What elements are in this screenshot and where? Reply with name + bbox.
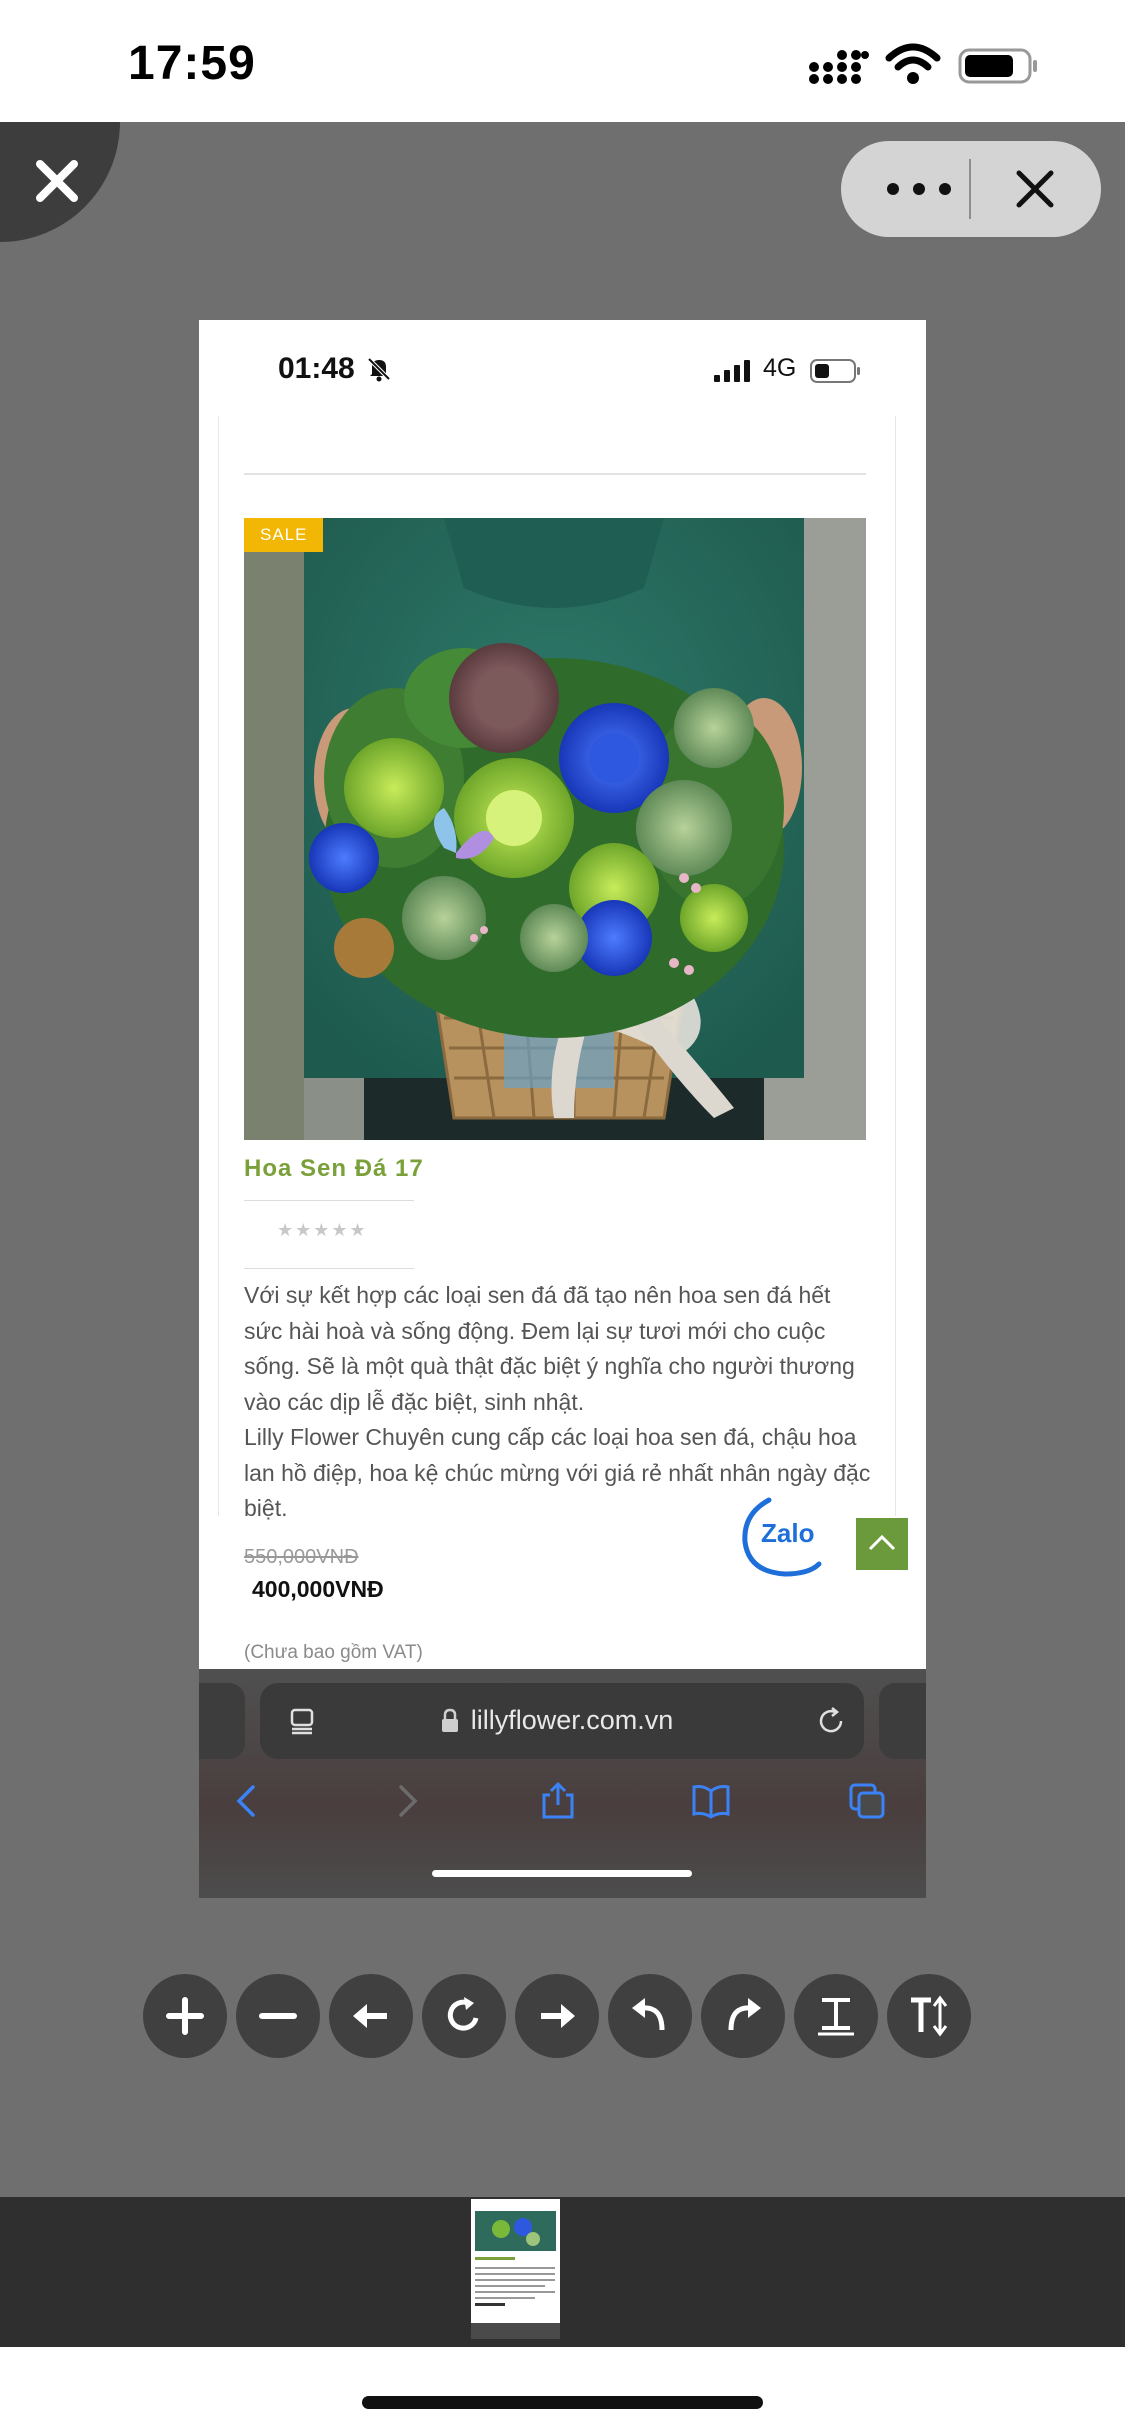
tabs-icon[interactable]: [847, 1781, 887, 1821]
text-cursor-icon: [818, 1998, 854, 2036]
bell-slash-icon: [367, 357, 391, 382]
pill-divider: [969, 159, 971, 219]
inner-home-indicator: [432, 1870, 692, 1877]
arrow-left-icon: [353, 2004, 387, 2028]
address-bar[interactable]: lillyflower.com.vn: [260, 1683, 864, 1759]
inner-status-time: 01:48: [278, 352, 355, 385]
forward-arrow-icon[interactable]: [387, 1781, 427, 1821]
inner-network-type: 4G: [763, 354, 797, 382]
text-format-button[interactable]: [794, 1974, 878, 2058]
thumbnail-preview: [471, 2199, 560, 2339]
rotate-icon: [447, 1997, 479, 2031]
divider: [244, 1200, 414, 1201]
divider: [244, 473, 866, 475]
browser-toolbar: lillyflower.com.vn: [199, 1669, 926, 1898]
vat-note: (Chưa bao gồm VAT): [244, 1642, 423, 1663]
more-dots-icon[interactable]: [879, 159, 959, 219]
inner-signal-icon: [714, 360, 750, 382]
back-arrow-icon[interactable]: [227, 1781, 267, 1821]
redo-icon: [728, 1998, 761, 2031]
inner-status-bar: 01:48 4G: [199, 320, 926, 416]
close-icon[interactable]: [1011, 165, 1059, 213]
cellular-signal-icon: [809, 50, 869, 84]
product-description-text: Với sự kết hợp các loại sen đá đã tạo nê…: [244, 1282, 871, 1521]
thumbnail-strip: [0, 2197, 1125, 2347]
status-time: 17:59: [128, 37, 256, 90]
viewer-actions-pill: [841, 141, 1101, 237]
rotate-button[interactable]: [422, 1974, 506, 2058]
original-price: 550,000VNĐ: [244, 1546, 359, 1568]
screenshot-image: 01:48 4G SALE Hoa Sen Đá 17 ★★★★★ Với sự…: [199, 320, 926, 1898]
zoom-out-button[interactable]: [236, 1974, 320, 2058]
plus-icon: [166, 1997, 204, 2035]
thumbnail-selected[interactable]: [471, 2199, 560, 2339]
zoom-in-button[interactable]: [143, 1974, 227, 2058]
text-size-button[interactable]: [887, 1974, 971, 2058]
wifi-icon: [885, 43, 941, 84]
battery-icon: [958, 48, 1037, 84]
text-size-icon: [911, 1995, 948, 2037]
next-tab-stub[interactable]: [879, 1683, 926, 1759]
move-left-button[interactable]: [329, 1974, 413, 2058]
inner-battery-icon: [810, 359, 860, 383]
undo-button[interactable]: [608, 1974, 692, 2058]
product-title[interactable]: Hoa Sen Đá 17: [244, 1155, 424, 1183]
zalo-label[interactable]: Zalo: [761, 1518, 814, 1549]
product-photo[interactable]: [244, 518, 866, 1140]
redo-button[interactable]: [701, 1974, 785, 2058]
arrow-right-icon: [541, 2004, 575, 2028]
bottom-safe-area: [0, 2347, 1125, 2436]
back-to-top-button[interactable]: [856, 1518, 908, 1570]
undo-icon: [632, 1998, 665, 2031]
bookmarks-icon[interactable]: [691, 1781, 731, 1821]
system-status-bar: 17:59: [0, 0, 1125, 122]
move-right-button[interactable]: [515, 1974, 599, 2058]
viewer-close-button[interactable]: [0, 122, 120, 242]
sale-badge: SALE: [244, 518, 324, 552]
previous-tab-stub[interactable]: [199, 1683, 245, 1759]
sale-price: 400,000VNĐ: [252, 1576, 384, 1602]
divider: [244, 1268, 414, 1269]
reload-icon[interactable]: [815, 1705, 847, 1737]
chevron-up-icon: [868, 1534, 896, 1551]
url-text[interactable]: lillyflower.com.vn: [260, 1705, 864, 1736]
share-icon[interactable]: [538, 1781, 578, 1821]
close-icon: [36, 160, 78, 202]
rating-stars: ★★★★★: [277, 1220, 368, 1240]
product-description: Với sự kết hợp các loại sen đá đã tạo nê…: [244, 1278, 874, 1527]
minus-icon: [259, 2013, 297, 2019]
home-indicator: [362, 2396, 763, 2409]
